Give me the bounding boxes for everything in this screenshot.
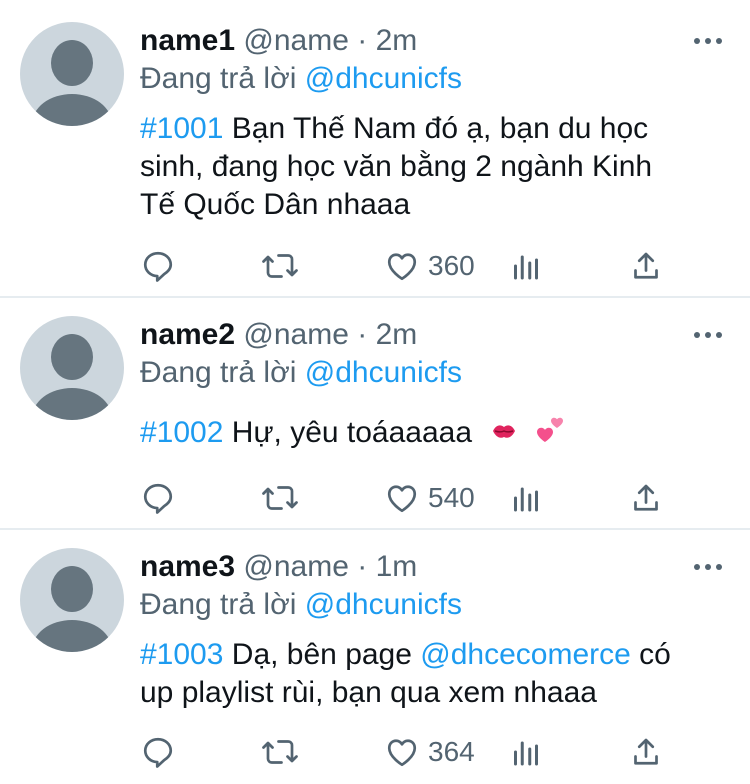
timestamp[interactable]: 2m — [376, 318, 418, 351]
reply-icon[interactable] — [140, 734, 176, 770]
like-count: 364 — [428, 736, 475, 767]
analytics-icon[interactable] — [508, 248, 544, 284]
reply-icon[interactable] — [140, 248, 176, 284]
retweet-icon[interactable] — [260, 480, 300, 516]
kiss-mark-emoji — [490, 415, 518, 453]
tweet-header: name1 @name · 2m — [140, 22, 417, 60]
like-count: 540 — [428, 482, 475, 513]
separator: · — [357, 318, 368, 351]
hashtag[interactable]: #1001 — [140, 112, 223, 145]
tweet-text-line: sinh, đang học văn bằng 2 ngành Kinh — [140, 150, 653, 183]
hashtag[interactable]: #1003 — [140, 638, 223, 671]
tweet-1[interactable]: name1 @name · 2m Đang trả lời @dhcunicfs… — [0, 0, 750, 296]
tweet-2[interactable]: name2 @name · 2m Đang trả lời @dhcunicfs… — [0, 298, 750, 528]
reply-context: Đang trả lời @dhcunicfs — [140, 354, 462, 392]
tweet-text: #1003 Dạ, bên page @dhcecomerce có — [140, 636, 671, 674]
tweet-text-line: Bạn Thế Nam đó ạ, bạn du học — [231, 112, 649, 145]
like-icon[interactable] — [384, 734, 420, 770]
reply-prefix: Đang trả lời — [140, 588, 297, 621]
separator: · — [357, 550, 368, 583]
tweet-text: #1002 Hự, yêu toáaaaaa — [140, 414, 565, 454]
tweet-text: #1001 Bạn Thế Nam đó ạ, bạn du học — [140, 110, 648, 148]
tweet-text-segment: Dạ, bên page — [231, 638, 412, 671]
handle[interactable]: @name — [243, 24, 349, 57]
handle[interactable]: @name — [243, 318, 349, 351]
reply-prefix: Đang trả lời — [140, 62, 297, 95]
retweet-icon[interactable] — [260, 248, 300, 284]
mention-link[interactable]: @dhcecomerce — [420, 638, 631, 671]
tweet-text-line: up playlist rùi, bạn qua xem nhaaa — [140, 676, 597, 709]
two-hearts-emoji — [535, 414, 565, 454]
timestamp[interactable]: 1m — [376, 550, 418, 583]
tweet-header: name2 @name · 2m — [140, 316, 417, 354]
avatar[interactable] — [20, 316, 124, 420]
more-icon[interactable] — [694, 36, 722, 46]
like-icon[interactable] — [384, 480, 420, 516]
reply-to-link[interactable]: @dhcunicfs — [305, 588, 462, 621]
tweet-text-line: Hự, yêu toáaaaaa — [231, 416, 473, 449]
reply-prefix: Đang trả lời — [140, 356, 297, 389]
avatar[interactable] — [20, 548, 124, 652]
analytics-icon[interactable] — [508, 734, 544, 770]
separator: · — [357, 24, 368, 57]
share-icon[interactable] — [628, 734, 664, 770]
more-icon[interactable] — [694, 562, 722, 572]
like-icon[interactable] — [384, 248, 420, 284]
like-count: 360 — [428, 250, 475, 281]
reply-icon[interactable] — [140, 480, 176, 516]
reply-context: Đang trả lời @dhcunicfs — [140, 60, 462, 98]
timestamp[interactable]: 2m — [376, 24, 418, 57]
display-name[interactable]: name1 — [140, 24, 235, 57]
display-name[interactable]: name3 — [140, 550, 235, 583]
reply-to-link[interactable]: @dhcunicfs — [305, 62, 462, 95]
reply-context: Đang trả lời @dhcunicfs — [140, 586, 462, 624]
analytics-icon[interactable] — [508, 480, 544, 516]
tweet-text-line: Tế Quốc Dân nhaaa — [140, 188, 411, 221]
share-icon[interactable] — [628, 480, 664, 516]
hashtag[interactable]: #1002 — [140, 416, 223, 449]
handle[interactable]: @name — [243, 550, 349, 583]
share-icon[interactable] — [628, 248, 664, 284]
more-icon[interactable] — [694, 330, 722, 340]
retweet-icon[interactable] — [260, 734, 300, 770]
tweet-text-segment: có — [639, 638, 671, 671]
display-name[interactable]: name2 — [140, 318, 235, 351]
tweet-header: name3 @name · 1m — [140, 548, 417, 586]
reply-to-link[interactable]: @dhcunicfs — [305, 356, 462, 389]
tweet-3[interactable]: name3 @name · 1m Đang trả lời @dhcunicfs… — [0, 530, 750, 784]
avatar[interactable] — [20, 22, 124, 126]
